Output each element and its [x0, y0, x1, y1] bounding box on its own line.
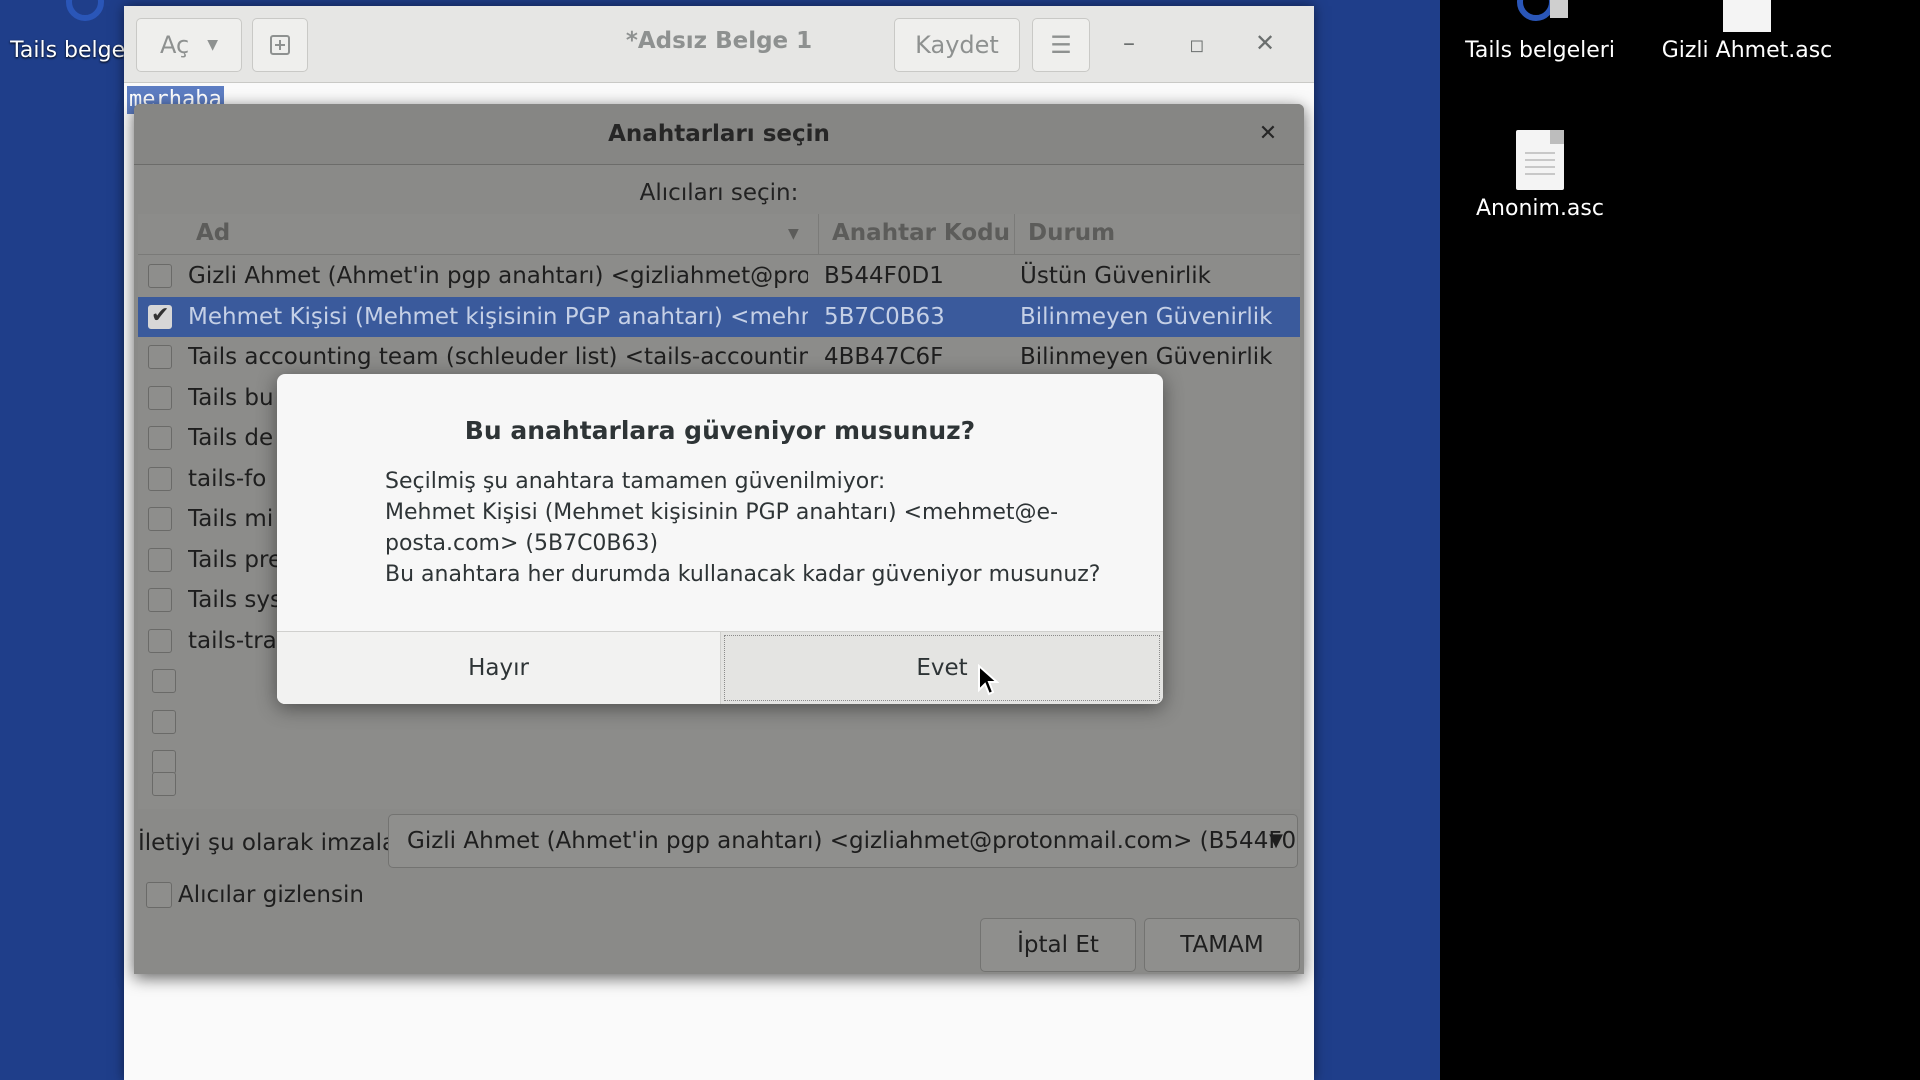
file-icon: [1723, 0, 1771, 32]
key-code: B544F0D1: [824, 263, 944, 289]
key-status: Bilinmeyen Güvenirlik: [1020, 344, 1273, 370]
recipients-heading: Alıcıları seçin:: [639, 180, 799, 206]
desktop-icon-label: Tails belgeleri: [1465, 38, 1615, 63]
key-name: Mehmet Kişisi (Mehmet kişisinin PGP anah…: [188, 303, 808, 330]
desktop-icon-anonim[interactable]: Anonim.asc: [1445, 130, 1635, 221]
row-checkbox[interactable]: [148, 507, 172, 531]
yes-button[interactable]: Evet: [721, 632, 1163, 704]
confirm-title: Bu anahtarlara güveniyor musunuz?: [464, 416, 976, 445]
hamburger-menu-icon: ☰: [1050, 31, 1072, 59]
row-checkbox[interactable]: [148, 426, 172, 450]
sign-as-label: İletiyi şu olarak imzala:: [138, 830, 404, 856]
key-code: 5B7C0B63: [824, 303, 945, 330]
key-status: Üstün Güvenirlik: [1020, 263, 1211, 289]
row-checkbox[interactable]: [148, 264, 172, 288]
list-header: Ad ▼ Anahtar Kodu Durum: [138, 214, 1300, 255]
confirm-line: Seçilmiş şu anahtara tamamen güvenilmiyo…: [385, 469, 886, 494]
row-checkbox[interactable]: [152, 750, 176, 774]
checkmark-icon: ✔: [151, 302, 170, 328]
maximize-icon: ◻: [1189, 35, 1205, 56]
row-checkbox[interactable]: [152, 709, 176, 734]
key-row[interactable]: Gizli Ahmet (Ahmet'in pgp anahtarı) <giz…: [138, 256, 1300, 296]
close-icon: ✕: [1254, 29, 1276, 57]
row-checkbox[interactable]: [148, 588, 172, 612]
trust-confirm-dialog: Bu anahtarlara güveniyor musunuz? Seçilm…: [277, 374, 1163, 704]
save-button[interactable]: Kaydet: [894, 18, 1020, 72]
maximize-button[interactable]: ◻: [1182, 28, 1212, 58]
dialog-close-button[interactable]: ✕: [1252, 118, 1284, 150]
gedit-headerbar: Aç ▼ *Adsız Belge 1 Kaydet ☰ – ◻ ✕: [124, 6, 1314, 83]
sign-as-value: Gizli Ahmet (Ahmet'in pgp anahtarı) <giz…: [407, 828, 1298, 854]
confirm-button-bar: Hayır Evet: [277, 631, 1163, 704]
confirm-line: posta.com> (5B7C0B63): [385, 531, 659, 556]
close-button[interactable]: ✕: [1250, 28, 1280, 58]
desktop-icon-tails-docs[interactable]: Tails belgeleri: [1445, 0, 1635, 63]
key-name: Tails accounting team (schleuder list) <…: [188, 344, 808, 370]
row-checkbox[interactable]: [148, 345, 172, 369]
key-status: Bilinmeyen Güvenirlik: [1020, 303, 1273, 330]
row-checkbox[interactable]: [148, 466, 172, 491]
desktop-icon-label: Gizli Ahmet.asc: [1661, 38, 1833, 63]
row-checkbox[interactable]: [148, 547, 172, 572]
file-icon: [1516, 130, 1564, 190]
minimize-button[interactable]: –: [1114, 28, 1144, 58]
column-key-code[interactable]: Anahtar Kodu: [832, 220, 1010, 246]
cancel-button[interactable]: İptal Et: [980, 918, 1136, 972]
folder-icon: [1517, 0, 1568, 21]
chevron-down-icon: ▼: [1269, 830, 1283, 851]
column-divider: [1014, 214, 1015, 254]
confirm-line: Bu anahtara her durumda kullanacak kadar…: [385, 562, 1101, 587]
confirm-message: Seçilmiş şu anahtara tamamen güvenilmiyo…: [385, 466, 1100, 590]
column-status[interactable]: Durum: [1028, 220, 1115, 246]
row-checkbox[interactable]: ✔: [148, 302, 172, 329]
row-checkbox[interactable]: [148, 628, 172, 653]
close-icon: ✕: [1258, 121, 1278, 146]
sign-as-combobox[interactable]: Gizli Ahmet (Ahmet'in pgp anahtarı) <giz…: [388, 814, 1298, 868]
confirm-line: Mehmet Kişisi (Mehmet kişisinin PGP anah…: [385, 500, 1059, 525]
mouse-pointer-icon: [978, 664, 999, 696]
no-button[interactable]: Hayır: [277, 632, 720, 704]
hide-recipients-label: Alıcılar gizlensin: [178, 882, 364, 908]
sort-down-icon: ▼: [788, 226, 799, 242]
menu-button[interactable]: ☰: [1032, 18, 1090, 72]
column-name[interactable]: Ad: [196, 220, 230, 246]
column-divider: [818, 214, 819, 254]
key-row[interactable]: ✔ Mehmet Kişisi (Mehmet kişisinin PGP ana…: [138, 296, 1300, 337]
folder-icon: [66, 0, 104, 21]
key-row[interactable]: Tails accounting team (schleuder list) <…: [138, 337, 1300, 377]
ok-button[interactable]: TAMAM: [1144, 918, 1300, 972]
row-checkbox[interactable]: [148, 385, 172, 410]
row-checkbox[interactable]: [152, 669, 176, 693]
dialog-title: Anahtarları seçin: [134, 104, 1304, 165]
key-code: 4BB47C6F: [824, 344, 944, 370]
hide-recipients-checkbox[interactable]: [146, 882, 172, 908]
key-name: Gizli Ahmet (Ahmet'in pgp anahtarı) <giz…: [188, 263, 808, 289]
desktop-icon-label: Anonim.asc: [1476, 196, 1604, 221]
desktop-icon-gizli-ahmet[interactable]: Gizli Ahmet.asc: [1652, 0, 1842, 63]
row-checkbox[interactable]: [152, 772, 176, 796]
minimize-icon: –: [1123, 29, 1135, 57]
